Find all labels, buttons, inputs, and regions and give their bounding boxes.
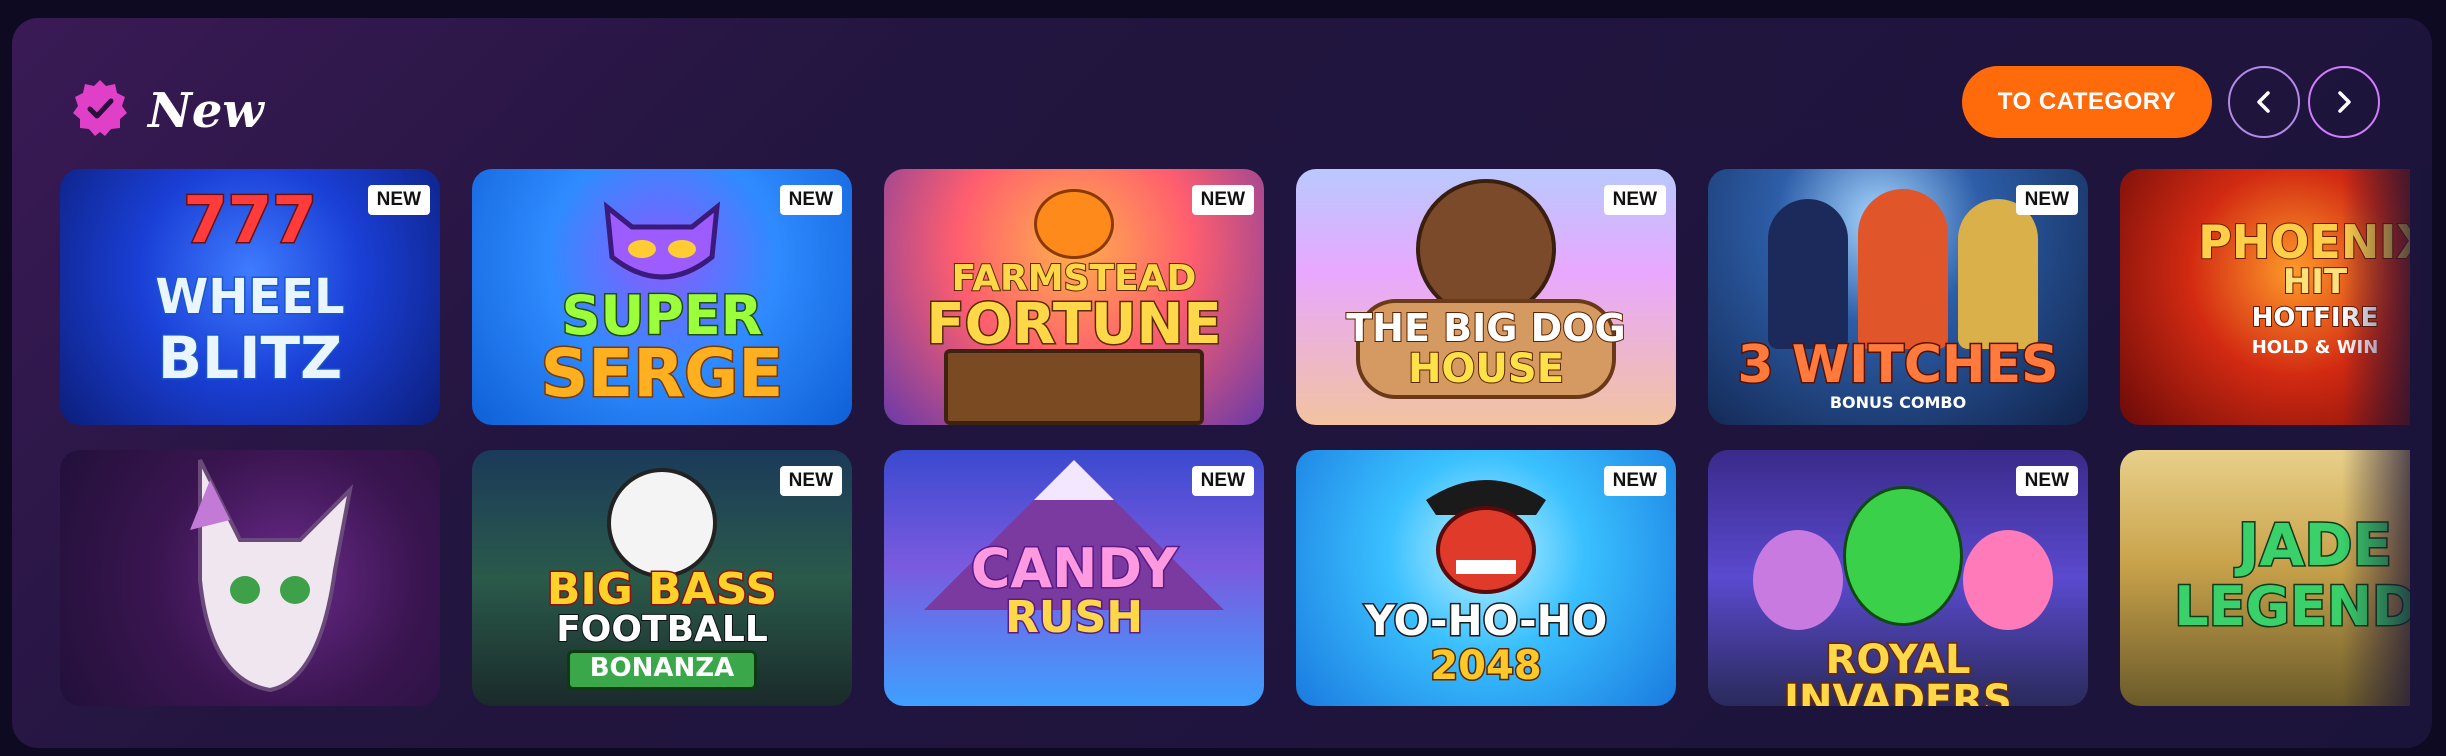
game-tile-yo-ho-ho-2048[interactable]: YO-HO-HO 2048 NEW <box>1296 450 1676 706</box>
cat-mascot-icon <box>603 201 721 280</box>
treasure-chest <box>944 349 1204 425</box>
new-badge: NEW <box>779 185 842 215</box>
new-badge: NEW <box>2015 466 2078 496</box>
chevron-left-icon <box>2257 91 2270 113</box>
game-tile-candy-rush[interactable]: CANDY RUSH NEW <box>884 450 1264 706</box>
carousel-fade <box>2342 168 2432 728</box>
new-badge: NEW <box>1603 466 1666 496</box>
game-tile-super-serge[interactable]: SUPER SERGE NEW <box>472 169 852 425</box>
new-badge: NEW <box>2015 185 2078 215</box>
game-title-line: FOOTBALL <box>555 609 769 650</box>
game-tile-farmstead-fortune[interactable]: FARMSTEAD FORTUNE NEW <box>884 169 1264 425</box>
game-title-line: RUSH <box>1003 592 1144 643</box>
dog-mascot <box>1416 179 1556 319</box>
chevron-right-icon <box>2338 91 2351 113</box>
game-title-line: THE BIG DOG <box>1345 306 1626 350</box>
game-tile-big-dog-house[interactable]: THE BIG DOG HOUSE NEW <box>1296 169 1676 425</box>
game-tile-big-bass-football[interactable]: BIG BASS FOOTBALL BONANZA NEW <box>472 450 852 706</box>
game-title-line: BONUS COMBO <box>1829 393 1967 412</box>
game-title-line: 2048 <box>1429 643 1543 689</box>
alien-figure <box>1753 530 1843 630</box>
game-title-line: BIG BASS <box>545 564 778 615</box>
game-title-line: 3 WITCHES <box>1736 335 2060 395</box>
game-title-line: YO-HO-HO <box>1363 596 1609 645</box>
game-tile-wolf[interactable] <box>60 450 440 706</box>
game-title-line: BLITZ <box>156 324 343 392</box>
pirate-mascot-icon <box>1426 480 1546 594</box>
witch-figure <box>1858 189 1948 349</box>
new-badge: NEW <box>1603 185 1666 215</box>
section-title: New <box>148 83 264 139</box>
witch-figure <box>1768 199 1848 349</box>
game-title-line: FORTUNE <box>925 292 1223 357</box>
previous-button[interactable] <box>2228 66 2300 138</box>
game-title-line: CANDY <box>969 537 1179 600</box>
new-badge: NEW <box>1191 185 1254 215</box>
alien-figure <box>1963 530 2053 630</box>
to-category-button[interactable]: TO CATEGORY <box>1962 66 2212 138</box>
pumpkin <box>1034 189 1114 259</box>
game-title-line: SERGE <box>539 335 785 412</box>
game-title-line: HOUSE <box>1407 346 1565 392</box>
game-title-line: ROYAL INVADERS <box>1783 637 2014 707</box>
witch-figure <box>1958 199 2038 349</box>
new-badge: NEW <box>779 466 842 496</box>
game-tile-3-witches[interactable]: 3 WITCHES BONUS COMBO NEW <box>1708 169 2088 425</box>
game-tile-royal-invaders[interactable]: ROYAL INVADERS NEW <box>1708 450 2088 706</box>
alien-figure <box>1843 486 1963 626</box>
game-title-line: WHEEL <box>154 269 346 325</box>
soccer-ball <box>607 468 717 578</box>
game-title-line: BONANZA <box>589 653 735 683</box>
verified-badge-icon <box>73 80 127 136</box>
next-button[interactable] <box>2308 66 2380 138</box>
game-tile-wheel-blitz[interactable]: 777 WHEEL BLITZ NEW <box>60 169 440 425</box>
new-badge: NEW <box>367 185 430 215</box>
wolf-mascot-icon <box>190 459 354 693</box>
new-games-panel: New TO CATEGORY 777 WHEEL BLITZ NEW SUPE… <box>12 18 2432 748</box>
new-badge: NEW <box>1191 466 1254 496</box>
